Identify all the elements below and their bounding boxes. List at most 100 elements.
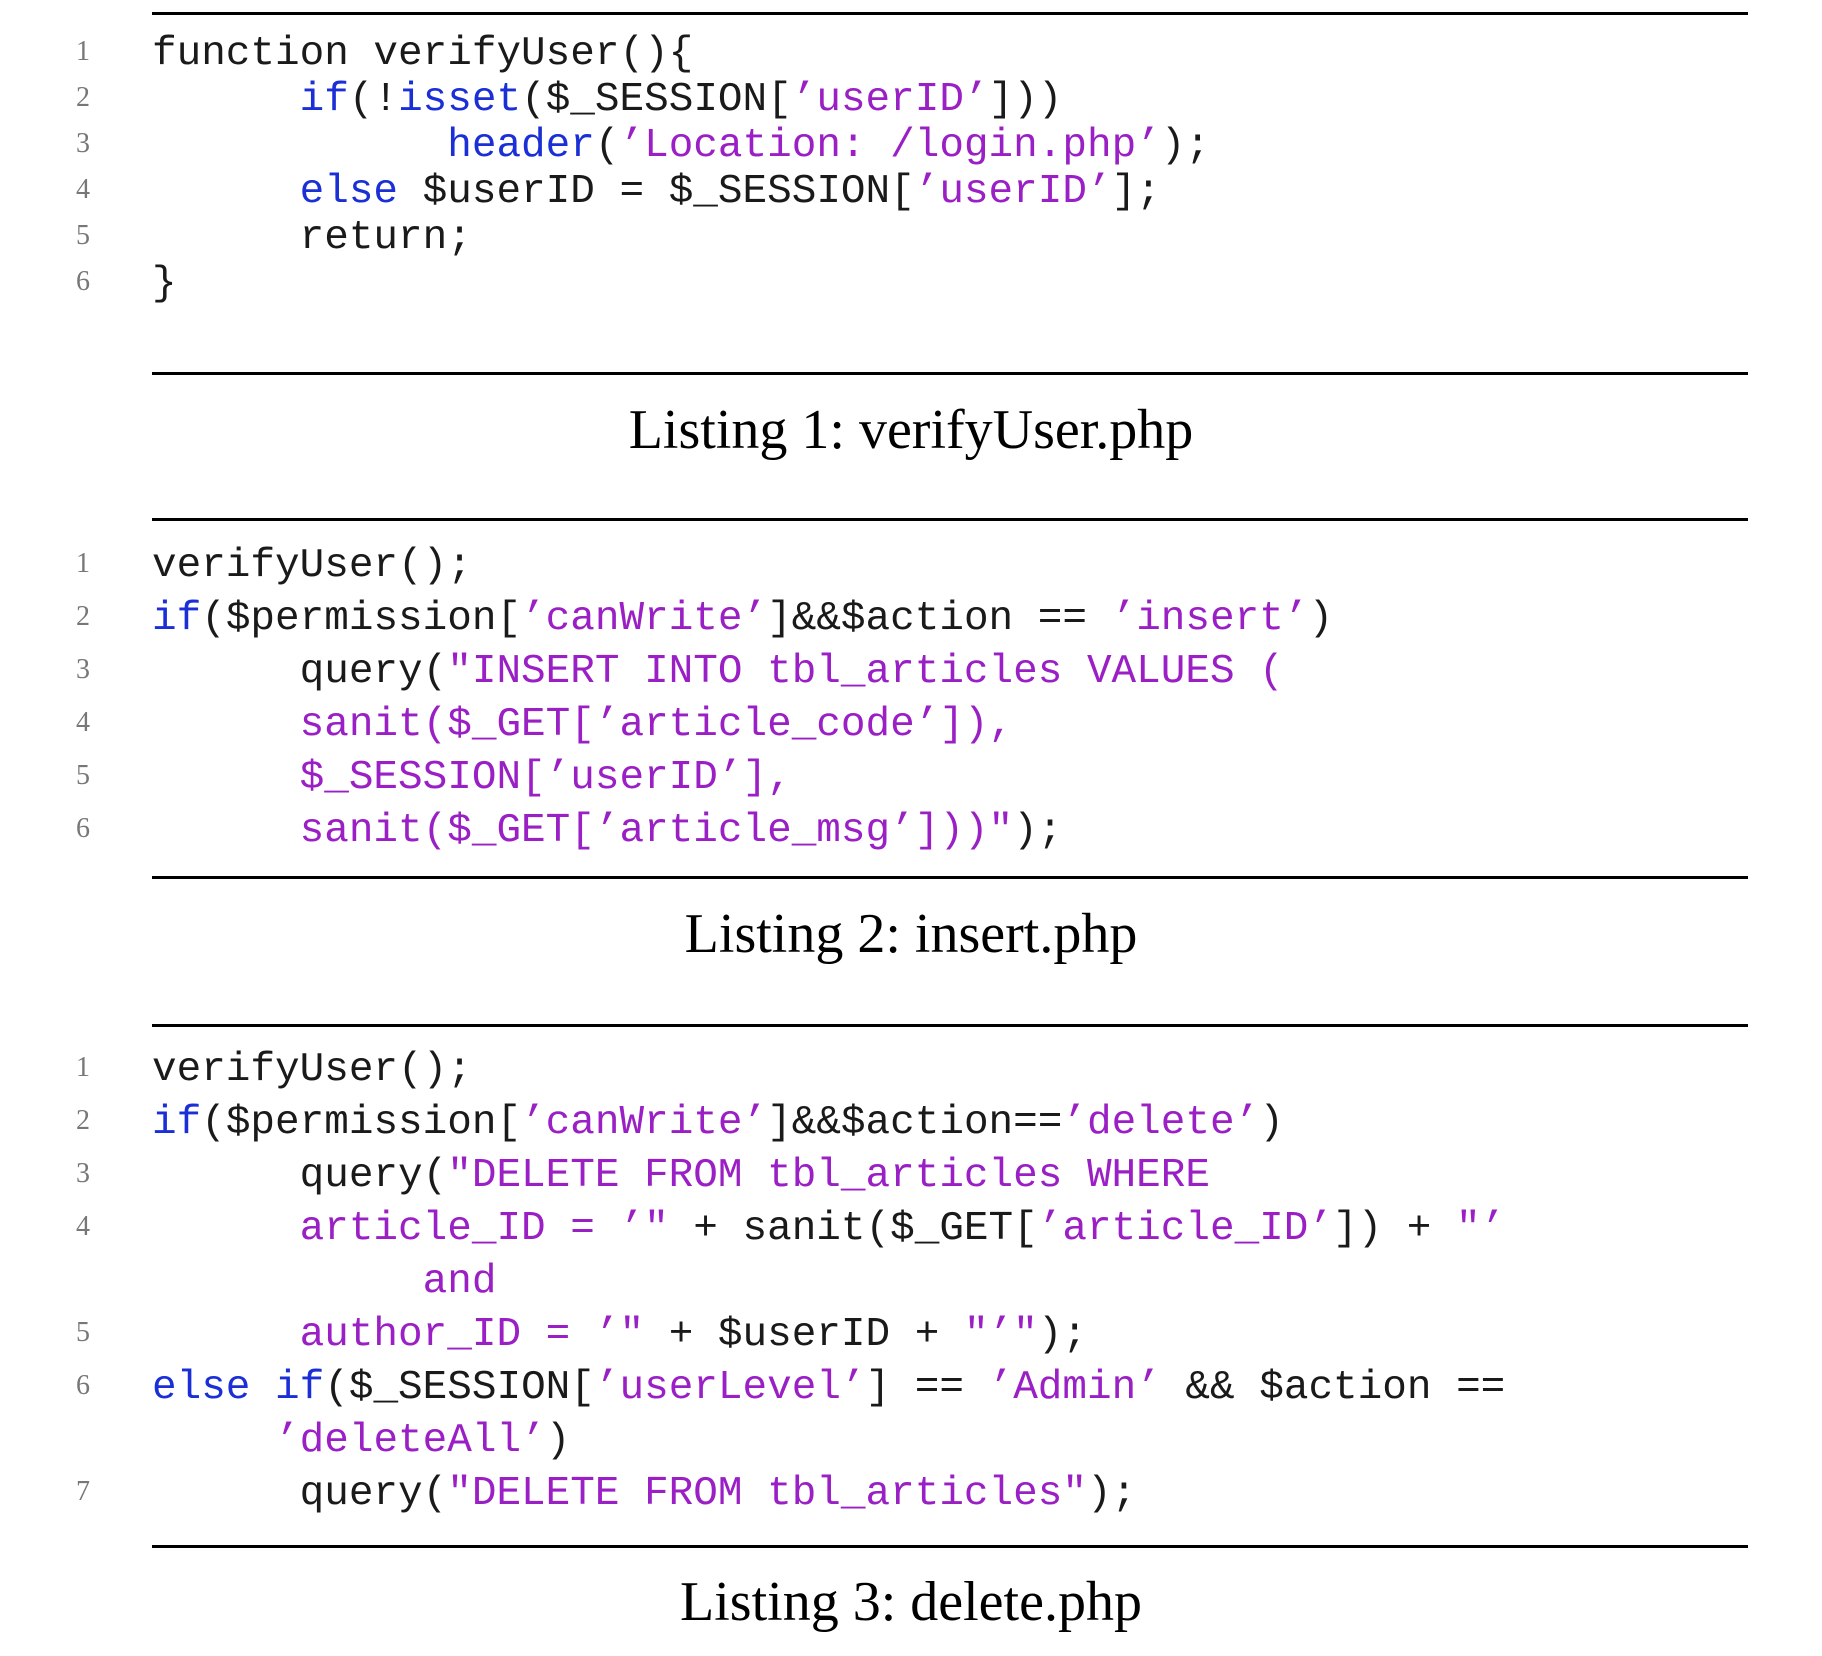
line-number: 6 <box>76 813 90 844</box>
code-string: ’userID’ <box>914 169 1112 215</box>
line-number: 1 <box>76 548 90 579</box>
code-keyword: if <box>152 1100 202 1146</box>
code-token: (! <box>348 77 399 123</box>
code-token: ($_SESSION[ <box>521 77 792 123</box>
code-text: if(!isset($_SESSION[’userID’])) <box>152 74 1063 126</box>
code-text: verifyUser(); <box>152 540 472 592</box>
code-text: if($permission[’canWrite’]&&$action == ’… <box>152 593 1333 645</box>
code-text: header(’Location: /login.php’); <box>152 120 1210 172</box>
code-keyword: else <box>299 169 399 215</box>
code-keyword: if <box>152 596 202 642</box>
code-string: author_ID = ’" <box>299 1312 645 1358</box>
code-token: verifyUser(); <box>152 1047 472 1093</box>
code-string: "’ <box>1456 1206 1506 1252</box>
code-line: 2 if($permission[’canWrite’]&&$action == … <box>0 593 1822 645</box>
code-text: ’deleteAll’) <box>152 1415 570 1467</box>
listing-bottom-rule <box>152 372 1748 375</box>
line-number: 4 <box>76 707 90 738</box>
code-line: 1 verifyUser(); <box>0 1044 1822 1096</box>
code-text: author_ID = ’" + $userID + "’"); <box>152 1309 1087 1361</box>
line-number: 2 <box>76 601 90 632</box>
code-token: function verifyUser(){ <box>152 31 694 77</box>
code-string: ’Admin’ <box>988 1365 1161 1411</box>
line-number: 4 <box>76 1211 90 1242</box>
code-token: $userID = $_SESSION[ <box>398 169 915 215</box>
code-line: 3 header(’Location: /login.php’); <box>0 120 1822 172</box>
code-string: "DELETE FROM tbl_articles WHERE <box>447 1153 1210 1199</box>
line-number: 6 <box>76 266 90 297</box>
line-number: 3 <box>76 654 90 685</box>
code-keyword: else <box>152 1365 251 1411</box>
code-line: 3 query("INSERT INTO tbl_articles VALUES… <box>0 646 1822 698</box>
code-keyword: header <box>447 123 595 169</box>
code-token: ($permission[ <box>201 596 522 642</box>
code-token: ) <box>1308 596 1334 642</box>
code-string: "’" <box>963 1312 1038 1358</box>
code-token: + $userID + <box>644 1312 964 1358</box>
code-token: ) <box>1259 1100 1284 1146</box>
code-string: ’delete’ <box>1062 1100 1260 1146</box>
listing-bottom-rule <box>152 876 1748 879</box>
code-text: article_ID = ’" + sanit($_GET[’article_I… <box>152 1203 1506 1255</box>
code-line: 2 if(!isset($_SESSION[’userID’])) <box>0 74 1822 126</box>
code-string: article_ID = ’" <box>299 1206 669 1252</box>
code-line: 5 author_ID = ’" + $userID + "’"); <box>0 1309 1822 1361</box>
code-line: 1 function verifyUser(){ <box>0 28 1822 80</box>
code-line: 1 verifyUser(); <box>0 540 1822 592</box>
code-token: return; <box>152 215 472 261</box>
line-number: 1 <box>76 36 90 67</box>
code-text: $_SESSION[’userID’], <box>152 752 792 804</box>
code-string: and <box>422 1259 497 1305</box>
code-string: ’userID’ <box>791 77 989 123</box>
code-line: 4 sanit($_GET[’article_code’]), <box>0 699 1822 751</box>
code-string: "DELETE FROM tbl_articles" <box>447 1471 1087 1517</box>
listing-caption: Listing 2: insert.php <box>684 903 1138 965</box>
code-token: ]) + <box>1333 1206 1457 1252</box>
listing-top-rule <box>152 1024 1748 1027</box>
code-token: query( <box>152 649 448 695</box>
line-number: 4 <box>76 174 90 205</box>
code-string: sanit($_GET[’article_code’]), <box>299 702 1014 748</box>
code-token: ] == <box>865 1365 989 1411</box>
code-string: ’userLevel’ <box>594 1365 866 1411</box>
code-token: ]&&$action== <box>767 1100 1063 1146</box>
code-token: && $action == <box>1160 1365 1506 1411</box>
line-number: 3 <box>76 1158 90 1189</box>
code-keyword: if <box>299 77 349 123</box>
code-token: ); <box>1086 1471 1137 1517</box>
line-number: 5 <box>76 220 90 251</box>
code-text: verifyUser(); <box>152 1044 472 1096</box>
code-text: query("DELETE FROM tbl_articles"); <box>152 1468 1137 1520</box>
code-line: ’deleteAll’) <box>0 1415 1822 1467</box>
line-number: 5 <box>76 1317 90 1348</box>
code-line: 7 query("DELETE FROM tbl_articles"); <box>0 1468 1822 1520</box>
code-token: ); <box>1013 808 1063 854</box>
code-string: $_SESSION[’userID’], <box>299 755 792 801</box>
listing-caption: Listing 3: delete.php <box>680 1571 1142 1633</box>
code-string: ’deleteAll’ <box>275 1418 546 1464</box>
line-number: 1 <box>76 1052 90 1083</box>
code-text: sanit($_GET[’article_msg’]))"); <box>152 805 1063 857</box>
code-token: ])) <box>988 77 1063 123</box>
code-line: 6} <box>0 258 1822 310</box>
code-keyword: if <box>275 1365 325 1411</box>
code-text: else $userID = $_SESSION[’userID’]; <box>152 166 1161 218</box>
listing-bottom-rule <box>152 1545 1748 1548</box>
code-text: query("DELETE FROM tbl_articles WHERE <box>152 1150 1210 1202</box>
code-line: 3 query("DELETE FROM tbl_articles WHERE <box>0 1150 1822 1202</box>
code-line: 4 article_ID = ’" + sanit($_GET[’article… <box>0 1203 1822 1255</box>
code-keyword: isset <box>398 77 522 123</box>
code-text: query("INSERT INTO tbl_articles VALUES ( <box>152 646 1284 698</box>
code-token: query( <box>152 1153 448 1199</box>
code-text: else if($_SESSION[’userLevel’] == ’Admin… <box>152 1362 1505 1414</box>
code-token: + sanit($_GET[ <box>668 1206 1038 1252</box>
code-text: return; <box>152 212 472 264</box>
